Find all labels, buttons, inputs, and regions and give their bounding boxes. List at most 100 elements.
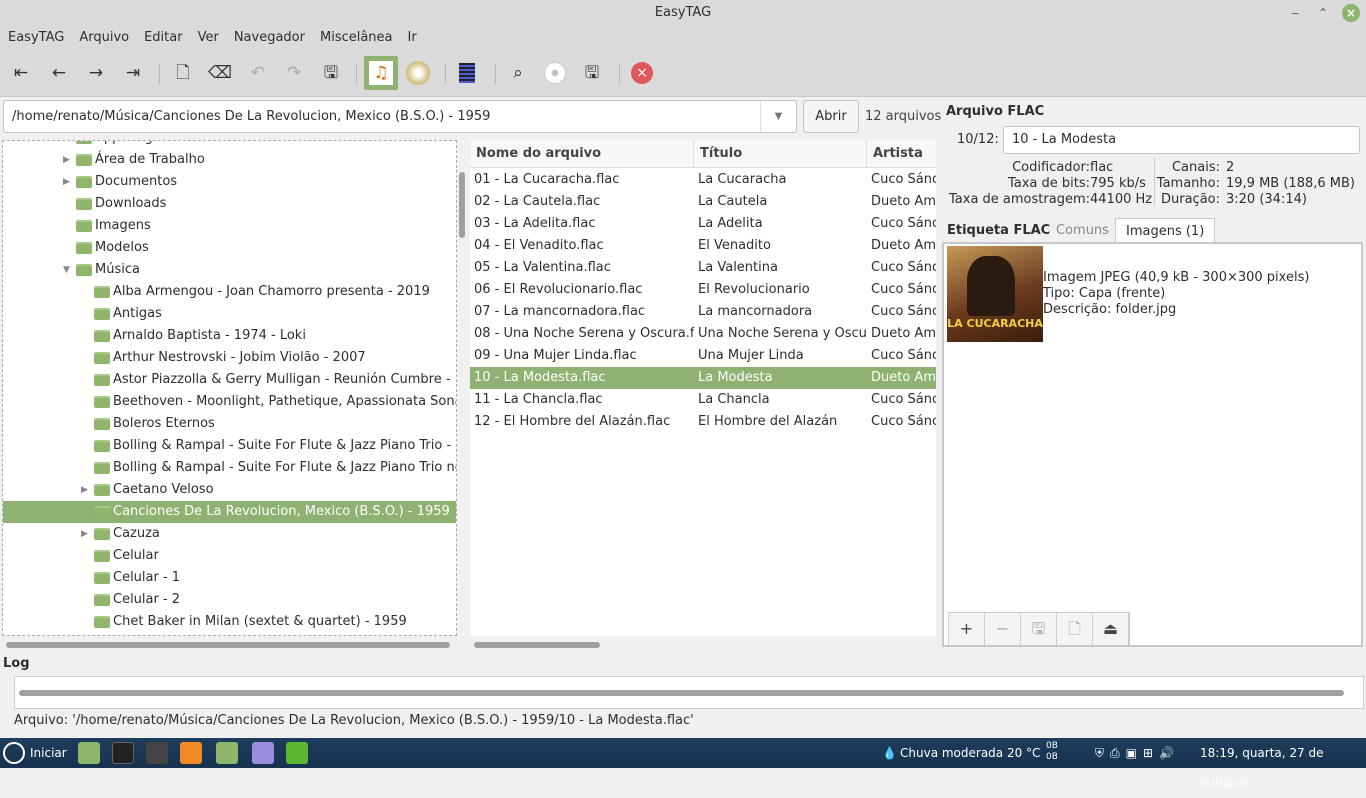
file-row[interactable]: 03 - La Adelita.flac La Adelita Cuco Sánch [470,213,936,235]
firefox-task-icon[interactable] [180,742,202,764]
filename-input[interactable]: 10 - La Modesta [1003,126,1360,154]
column-filename[interactable]: Nome do arquivo [470,140,694,168]
first-icon[interactable]: ⇤ [6,58,36,88]
file-row[interactable]: 10 - La Modesta.flac La Modesta Dueto Amé [470,367,936,389]
files-launcher-icon[interactable] [78,742,100,764]
save-all-icon[interactable]: 🖫 [577,58,607,88]
tree-item[interactable]: Alba Armengou - Joan Chamorro presenta -… [3,281,456,303]
tab-imagens[interactable]: Imagens (1) [1115,218,1216,243]
scan-file-icon[interactable]: 🗋 [168,58,198,88]
save-image-button[interactable]: 🖫 [1021,613,1057,645]
next-icon[interactable]: → [81,58,111,88]
file-manager-task-icon[interactable] [216,742,238,764]
redo-icon[interactable]: ↷ [279,58,309,88]
tree-item[interactable]: ▶ Cazuza [3,523,456,545]
search-icon[interactable]: ⌕ [503,58,533,88]
file-row[interactable]: 11 - La Chancla.flac La Chancla Cuco Sánch [470,389,936,411]
tag-view-icon[interactable]: ♫ [364,56,398,90]
file-row[interactable]: 06 - El Revolucionario.flac El Revolucion… [470,279,936,301]
file-name: 04 - El Venadito.flac [474,238,604,253]
tree-item[interactable]: Imagens [3,215,456,237]
column-artist[interactable]: Artista [867,140,936,168]
path-input[interactable]: /home/renato/Música/Canciones De La Revo… [3,100,797,133]
file-row[interactable]: 08 - Una Noche Serena y Oscura.flac Una N… [470,323,936,345]
tree-item[interactable]: Boleros Eternos [3,413,456,435]
last-icon[interactable]: ⇥ [118,58,148,88]
file-row[interactable]: 04 - El Venadito.flac El Venadito Dueto Am… [470,235,936,257]
file-row[interactable]: 07 - La mancornadora.flac La mancornadora… [470,301,936,323]
text-editor-task-icon[interactable] [252,742,274,764]
tree-item[interactable]: ▶ Caetano Veloso [3,479,456,501]
expander-icon[interactable]: ▶ [63,149,70,171]
tree-item[interactable]: Chet Baker in Milan (sextet & quartet) -… [3,611,456,633]
start-button[interactable]: Iniciar [30,738,67,768]
file-row[interactable]: 09 - Una Mujer Linda.flac Una Mujer Linda… [470,345,936,367]
tree-item[interactable]: ▶ Área de Trabalho [3,149,456,171]
easytag-task-icon[interactable] [286,742,308,764]
stop-icon[interactable]: × [627,58,657,88]
menu-arquivo[interactable]: Arquivo [79,26,129,50]
expander-icon[interactable]: ▶ [63,141,70,149]
tree-item[interactable]: Bolling & Rampal - Suite For Flute & Jaz… [3,457,456,479]
menu-miscelanea[interactable]: Miscelânea [320,26,393,50]
file-row[interactable]: 12 - El Hombre del Alazán.flac El Hombre … [470,411,936,433]
weather-text[interactable]: Chuva moderada 20 °C [900,738,1040,768]
maximize-button[interactable]: ⌃ [1314,4,1332,22]
tree-item[interactable]: Canciones De La Revolucion, Mexico (B.S.… [3,501,456,523]
close-button[interactable]: × [1342,4,1360,22]
image-properties-button[interactable]: 🗋 [1057,613,1093,645]
menu-editar[interactable]: Editar [144,26,183,50]
tab-comuns[interactable]: Comuns [1056,223,1109,238]
open-button[interactable]: Abrir [803,100,859,133]
remove-image-button[interactable]: − [985,613,1021,645]
remove-tag-icon[interactable]: ⌫ [205,58,235,88]
undo-icon[interactable]: ↶ [243,58,273,88]
column-title[interactable]: Título [694,140,867,168]
menu-ir[interactable]: Ir [408,26,417,50]
menu-easytag[interactable]: EasyTAG [8,26,64,50]
file-row[interactable]: 02 - La Cautela.flac La Cautela Dueto Amé [470,191,936,213]
tree-item[interactable]: Celular [3,545,456,567]
expander-icon[interactable]: ▶ [63,171,70,193]
apply-images-button[interactable]: ⏏ [1093,613,1129,645]
minimize-button[interactable]: ‒ [1286,4,1304,22]
tree-item[interactable]: Astor Piazzolla & Gerry Mulligan - Reuni… [3,369,456,391]
tree-item[interactable]: Arnaldo Baptista - 1974 - Loki [3,325,456,347]
tree-item[interactable]: Arthur Nestrovski - Jobim Violão - 2007 [3,347,456,369]
expander-icon[interactable]: ▶ [81,479,88,501]
tree-item[interactable]: Bolling & Rampal - Suite For Flute & Jaz… [3,435,456,457]
tree-item[interactable]: Modelos [3,237,456,259]
cover-image[interactable]: LA CUCARACHA [947,246,1043,342]
tree-item[interactable]: ▶ Appimages [3,141,456,149]
calculator-launcher-icon[interactable] [146,742,168,764]
file-row[interactable]: 05 - La Valentina.flac La Valentina Cuco S… [470,257,936,279]
clock[interactable]: 18:19, quarta, 27 de outubro [1200,738,1366,798]
tree-item[interactable]: Antigas [3,303,456,325]
menu-navegador[interactable]: Navegador [234,26,305,50]
tree-item[interactable]: Downloads [3,193,456,215]
expander-icon[interactable]: ▶ [81,523,88,545]
tree-horizontal-scrollbar[interactable] [6,642,450,648]
terminal-launcher-icon[interactable] [112,742,134,764]
previous-icon[interactable]: ← [44,58,74,88]
cddb-icon[interactable] [403,58,433,88]
file-row[interactable]: 01 - La Cucaracha.flac La Cucaracha Cuco S… [470,169,936,191]
file-list-scrollbar[interactable] [474,642,600,648]
start-menu-icon[interactable] [3,742,25,764]
expander-icon[interactable]: ▼ [63,259,70,281]
tray-icons[interactable]: ⛨⎙▣⊞🔊 [1095,738,1180,768]
path-dropdown-button[interactable]: ▼ [760,101,796,132]
log-scrollbar[interactable] [19,690,1344,696]
tree-item[interactable]: Celular - 2 [3,589,456,611]
cd-icon[interactable] [540,58,570,88]
tree-vertical-scrollbar[interactable] [459,172,465,238]
directory-tree[interactable]: ▶ Appimages ▶ Área de Trabalho ▶ Documentos Do… [2,140,457,636]
add-image-button[interactable]: + [949,613,985,645]
tree-item[interactable]: Celular - 1 [3,567,456,589]
tree-item[interactable]: ▼ Música [3,259,456,281]
save-icon[interactable]: 🖫 [316,58,346,88]
playlist-icon[interactable] [452,58,482,88]
tree-item[interactable]: Beethoven - Moonlight, Pathetique, Apass… [3,391,456,413]
tree-item[interactable]: ▶ Documentos [3,171,456,193]
menu-ver[interactable]: Ver [198,26,219,50]
